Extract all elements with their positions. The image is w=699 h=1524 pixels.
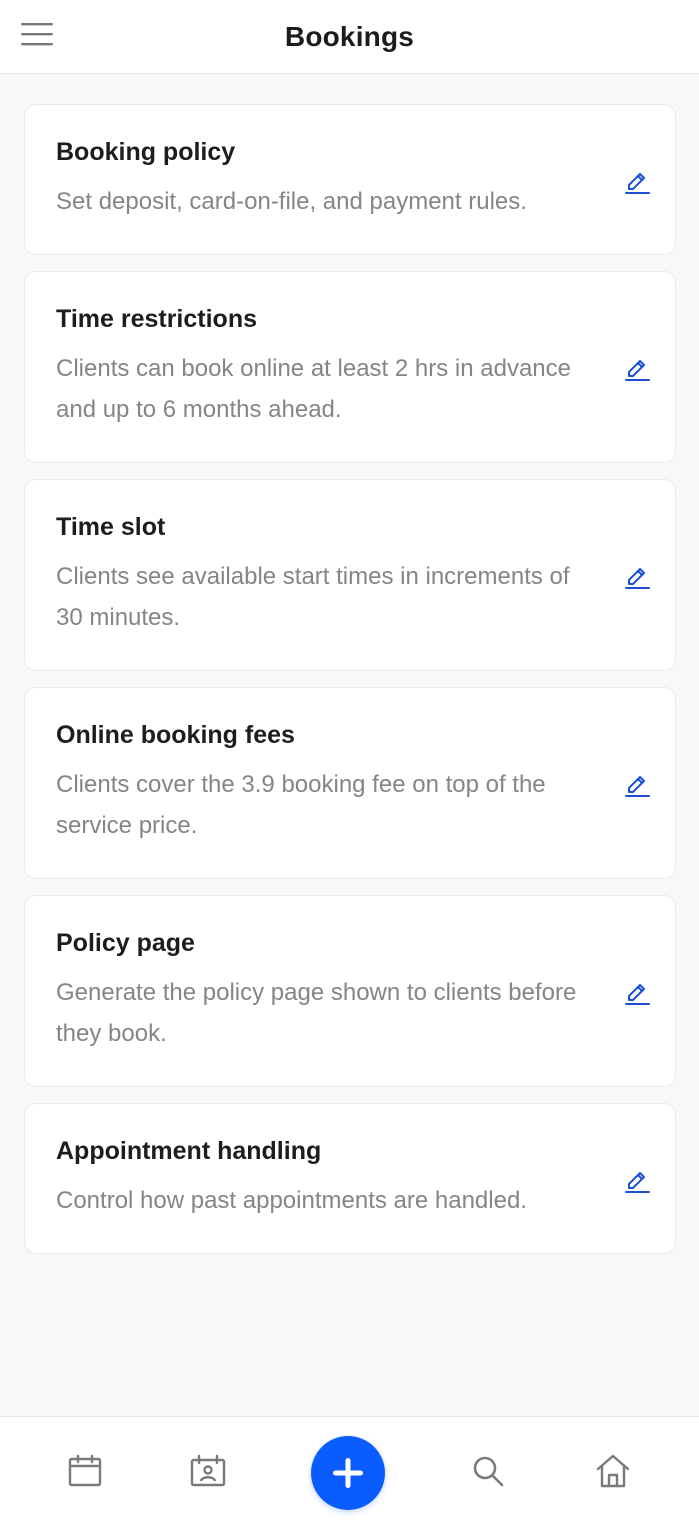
card-policy-page[interactable]: Policy page Generate the policy page sho… [24, 895, 676, 1087]
edit-pencil-icon [625, 360, 650, 381]
add-button[interactable] [311, 1436, 385, 1510]
card-title: Online booking fees [56, 721, 295, 749]
card-time-slot[interactable]: Time slot Clients see available start ti… [24, 479, 676, 671]
nav-client-calendar[interactable] [168, 1417, 248, 1524]
card-description: Clients can book online at least 2 hrs i… [56, 355, 571, 423]
card-description: Clients see available start times in inc… [56, 563, 570, 631]
card-title: Time restrictions [56, 305, 258, 333]
edit-button[interactable] [621, 767, 653, 799]
card-description: Generate the policy page shown to client… [56, 979, 577, 1047]
client-calendar-icon [190, 1454, 226, 1487]
edit-pencil-icon [625, 776, 650, 797]
edit-button[interactable] [621, 975, 653, 1007]
page-title: Bookings [284, 20, 415, 52]
edit-button[interactable] [621, 164, 653, 196]
card-description: Set deposit, card-on-file, and payment r… [56, 188, 527, 215]
search-icon [473, 1456, 504, 1487]
settings-card-list: Booking policy Set deposit, card-on-file… [24, 104, 676, 1270]
card-time-restrictions[interactable]: Time restrictions Clients can book onlin… [24, 271, 676, 463]
bottom-navigation [0, 1416, 699, 1524]
card-description: Clients cover the 3.9 booking fee on top… [56, 771, 546, 839]
card-title: Time slot [56, 513, 166, 541]
edit-button[interactable] [621, 351, 653, 383]
nav-search[interactable] [448, 1417, 528, 1524]
card-online-booking-fees[interactable]: Online booking fees Clients cover the 3.… [24, 687, 676, 879]
card-description: Control how past appointments are handle… [56, 1187, 527, 1214]
nav-home[interactable] [573, 1417, 653, 1524]
edit-pencil-icon [625, 984, 650, 1005]
card-appointment-handling[interactable]: Appointment handling Control how past ap… [24, 1103, 676, 1254]
top-bar: Bookings [0, 0, 699, 74]
nav-calendar[interactable] [45, 1417, 125, 1524]
card-booking-policy[interactable]: Booking policy Set deposit, card-on-file… [24, 104, 676, 255]
edit-pencil-icon [625, 568, 650, 589]
calendar-icon [68, 1454, 102, 1487]
edit-pencil-icon [625, 1171, 650, 1193]
edit-button[interactable] [621, 1163, 653, 1195]
plus-icon [333, 1458, 363, 1488]
bookings-screen: Bookings Booking policy Set deposit, car… [0, 0, 699, 1524]
hamburger-menu-icon [21, 23, 53, 46]
home-icon [596, 1454, 630, 1488]
edit-button[interactable] [621, 559, 653, 591]
edit-pencil-icon [625, 172, 650, 194]
menu-button[interactable] [18, 18, 56, 50]
card-title: Booking policy [56, 138, 236, 166]
card-title: Appointment handling [56, 1137, 322, 1165]
card-title: Policy page [56, 929, 195, 957]
